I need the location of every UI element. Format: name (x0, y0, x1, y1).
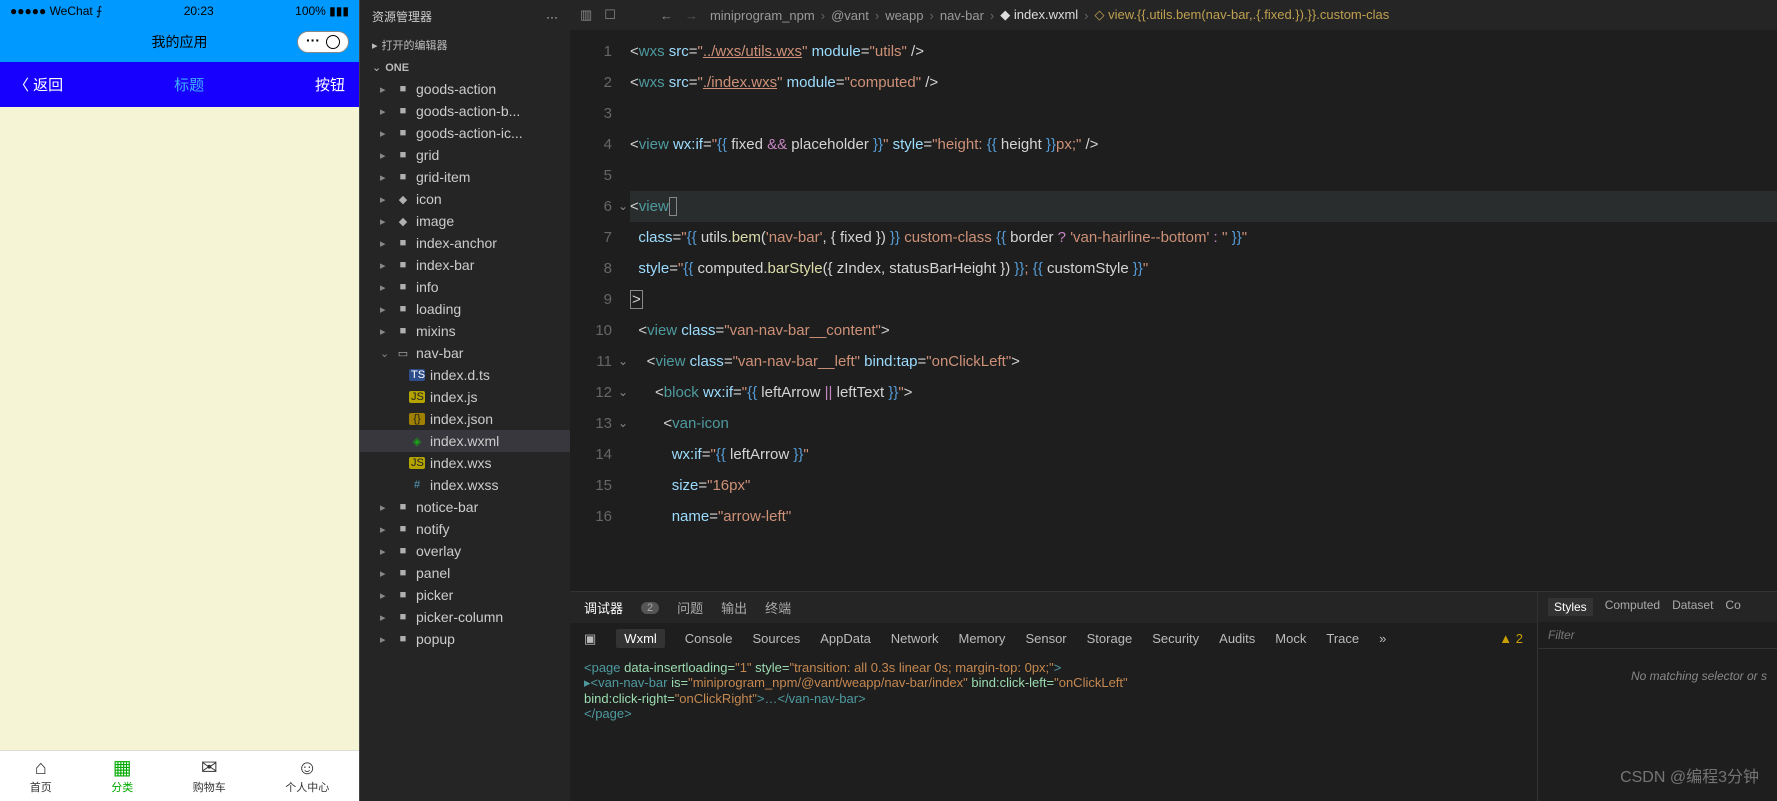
tab-terminal[interactable]: 终端 (765, 598, 791, 617)
status-battery: 100% ▮▮▮ (295, 4, 349, 18)
tree-item-index-json[interactable]: {}index.json (360, 408, 570, 430)
tree-item-picker[interactable]: ▸■picker (360, 584, 570, 606)
tab-problems[interactable]: 问题 (677, 598, 703, 617)
devtools-tabs[interactable]: ▣ Wxml Console Sources AppData Network M… (570, 623, 1537, 654)
open-editors-section[interactable]: ▸打开的编辑器 (360, 33, 570, 57)
devtab-wxml[interactable]: Wxml (616, 629, 665, 648)
tree-item-index-anchor[interactable]: ▸■index-anchor (360, 232, 570, 254)
tab-bar: ⌂首页 ▦分类 ✉购物车 ☺个人中心 (0, 750, 359, 801)
tree-item-goods-action-ic-[interactable]: ▸■goods-action-ic... (360, 122, 570, 144)
devtab-sources[interactable]: Sources (753, 631, 801, 646)
nav-title: 标题 (174, 74, 204, 95)
app-title: 我的应用 (152, 32, 208, 52)
explorer-more-icon[interactable]: ··· (546, 10, 558, 24)
tab-output[interactable]: 输出 (721, 598, 747, 617)
warning-count[interactable]: ▲ 2 (1499, 631, 1523, 646)
user-icon: ☺ (297, 757, 317, 779)
devtab-console[interactable]: Console (685, 631, 733, 646)
phone-app-bar: 我的应用 ··· (0, 22, 359, 62)
tree-item-notify[interactable]: ▸■notify (360, 518, 570, 540)
tree-item-picker-column[interactable]: ▸■picker-column (360, 606, 570, 628)
styles-tabs[interactable]: Styles Computed Dataset Co (1538, 592, 1777, 622)
inspect-icon[interactable]: ▣ (584, 631, 596, 647)
styletab-computed[interactable]: Computed (1605, 598, 1660, 616)
tree-item-nav-bar[interactable]: ⌄▭nav-bar (360, 342, 570, 364)
phone-preview: ●●●●● WeChat ⨍ 20:23 100% ▮▮▮ 我的应用 ··· 〈… (0, 0, 360, 801)
devtabs-more-icon[interactable]: » (1379, 631, 1386, 646)
devtab-mock[interactable]: Mock (1275, 631, 1306, 646)
tree-item-grid-item[interactable]: ▸■grid-item (360, 166, 570, 188)
phone-status-bar: ●●●●● WeChat ⨍ 20:23 100% ▮▮▮ (0, 0, 359, 22)
breadcrumb[interactable]: miniprogram_npm› @vant› weapp› nav-bar› … (710, 7, 1389, 23)
code-editor[interactable]: 12345678910111213141516 <wxs src="../wxs… (570, 30, 1777, 591)
tree-item-notice-bar[interactable]: ▸■notice-bar (360, 496, 570, 518)
devtab-security[interactable]: Security (1152, 631, 1199, 646)
devtab-trace[interactable]: Trace (1326, 631, 1359, 646)
tab-category[interactable]: ▦分类 (111, 757, 133, 795)
tree-item-goods-action[interactable]: ▸■goods-action (360, 78, 570, 100)
styletab-dataset[interactable]: Dataset (1672, 598, 1713, 616)
panel-tabs[interactable]: 调试器 2 问题 输出 终端 (570, 592, 1537, 623)
tree-item-goods-action-b-[interactable]: ▸■goods-action-b... (360, 100, 570, 122)
explorer-title: 资源管理器 (372, 8, 432, 25)
tree-item-icon[interactable]: ▸◆icon (360, 188, 570, 210)
tree-item-index-wxss[interactable]: #index.wxss (360, 474, 570, 496)
tree-item-image[interactable]: ▸◆image (360, 210, 570, 232)
bottom-panel: 调试器 2 问题 输出 终端 ▣ Wxml Console Sources Ap… (570, 591, 1777, 801)
bookmark-icon[interactable]: ☐ (604, 7, 616, 23)
nav-forward-icon[interactable]: → (685, 8, 698, 23)
devtab-sensor[interactable]: Sensor (1025, 631, 1066, 646)
explorer-panel: 资源管理器 ··· ▸打开的编辑器 ⌄ONE ▸■goods-action▸■g… (360, 0, 570, 801)
nav-back-icon[interactable]: ← (660, 8, 673, 23)
tree-item-loading[interactable]: ▸■loading (360, 298, 570, 320)
editor-toolbar: ▥ ☐ ← → miniprogram_npm› @vant› weapp› n… (570, 0, 1777, 30)
nav-bar-component: 〈 返回 标题 按钮 (0, 62, 359, 107)
page-content (0, 107, 359, 750)
tab-profile[interactable]: ☺个人中心 (285, 757, 329, 795)
dom-inspector[interactable]: <page data-insertloading="1" style="tran… (570, 654, 1537, 801)
debug-badge: 2 (641, 602, 659, 614)
devtab-memory[interactable]: Memory (958, 631, 1005, 646)
devtab-audits[interactable]: Audits (1219, 631, 1255, 646)
tab-debugger[interactable]: 调试器 (584, 598, 623, 617)
styletab-styles[interactable]: Styles (1548, 598, 1593, 616)
layout-icon[interactable]: ▥ (580, 7, 592, 23)
nav-back[interactable]: 〈 返回 (14, 74, 63, 95)
status-time: 20:23 (184, 4, 214, 18)
devtab-storage[interactable]: Storage (1087, 631, 1133, 646)
tree-item-panel[interactable]: ▸■panel (360, 562, 570, 584)
tree-item-index-bar[interactable]: ▸■index-bar (360, 254, 570, 276)
editor-area: ▥ ☐ ← → miniprogram_npm› @vant› weapp› n… (570, 0, 1777, 801)
styletab-more[interactable]: Co (1725, 598, 1740, 616)
tree-item-index-js[interactable]: JSindex.js (360, 386, 570, 408)
tree-item-index-wxml[interactable]: ◈index.wxml (360, 430, 570, 452)
tab-home[interactable]: ⌂首页 (30, 757, 52, 795)
no-match-text: No matching selector or s (1538, 649, 1777, 703)
capsule-button[interactable]: ··· (297, 31, 349, 53)
tree-item-index-wxs[interactable]: JSindex.wxs (360, 452, 570, 474)
grid-icon: ▦ (113, 757, 132, 779)
tree-item-overlay[interactable]: ▸■overlay (360, 540, 570, 562)
tree-item-info[interactable]: ▸■info (360, 276, 570, 298)
tab-cart[interactable]: ✉购物车 (193, 757, 226, 795)
tree-item-popup[interactable]: ▸■popup (360, 628, 570, 650)
tree-item-index-d-ts[interactable]: TSindex.d.ts (360, 364, 570, 386)
devtab-network[interactable]: Network (891, 631, 939, 646)
tree-item-grid[interactable]: ▸■grid (360, 144, 570, 166)
home-icon: ⌂ (35, 757, 47, 779)
cart-icon: ✉ (201, 757, 218, 779)
devtab-appdata[interactable]: AppData (820, 631, 871, 646)
status-carrier: ●●●●● WeChat ⨍ (10, 4, 102, 18)
nav-right-button[interactable]: 按钮 (315, 74, 345, 95)
tree-item-mixins[interactable]: ▸■mixins (360, 320, 570, 342)
styles-filter[interactable]: Filter (1538, 622, 1777, 649)
file-tree[interactable]: ▸■goods-action▸■goods-action-b...▸■goods… (360, 78, 570, 801)
project-root[interactable]: ⌄ONE (360, 57, 570, 78)
watermark: CSDN @编程3分钟 (1620, 763, 1759, 787)
